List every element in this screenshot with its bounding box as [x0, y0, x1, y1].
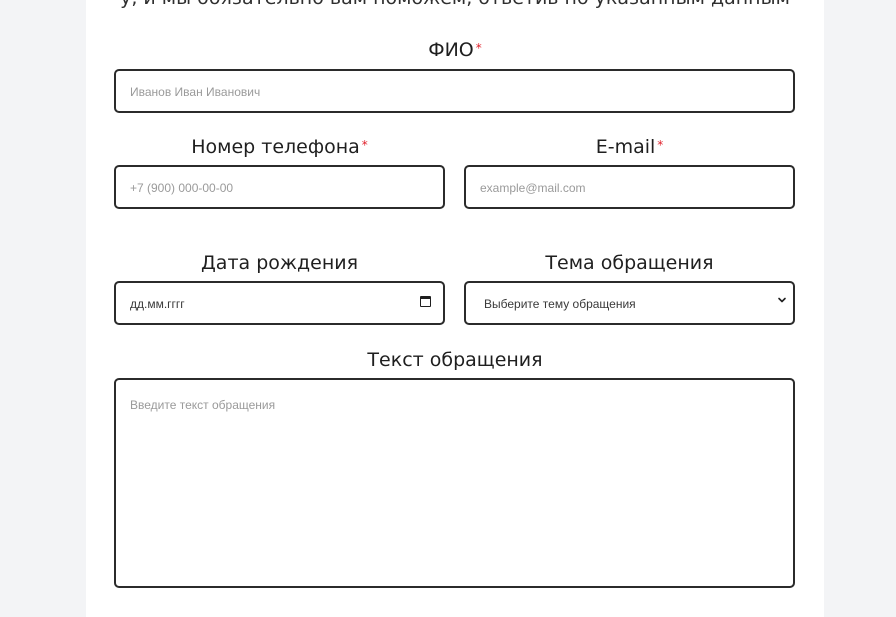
email-label-text: E-mail: [595, 136, 656, 158]
birthdate-input[interactable]: дд.мм.гггг: [114, 281, 445, 325]
message-label: Текст обращения: [367, 349, 543, 371]
phone-placeholder: +7 (900) 000-00-00: [130, 181, 234, 195]
required-mark: *: [475, 41, 482, 55]
fio-label: ФИО *: [86, 38, 824, 62]
fio-placeholder: Иванов Иван Иванович: [130, 85, 261, 99]
phone-label-text: Номер телефона: [191, 136, 360, 158]
required-mark: *: [361, 138, 368, 152]
intro-text: у, и мы обязательно вам поможем, ответив…: [86, 0, 824, 9]
topic-label: Тема обращения: [545, 252, 714, 274]
phone-input[interactable]: +7 (900) 000-00-00: [114, 165, 445, 209]
chevron-down-icon: [778, 297, 786, 303]
fio-input[interactable]: Иванов Иван Иванович: [114, 69, 795, 113]
message-textarea[interactable]: Введите текст обращения: [114, 378, 795, 588]
birthdate-label: Дата рождения: [200, 252, 359, 274]
topic-selected-value: Выберите тему обращения: [484, 297, 636, 311]
email-placeholder: example@mail.com: [480, 181, 586, 195]
message-placeholder: Введите текст обращения: [130, 398, 276, 412]
calendar-icon[interactable]: [420, 296, 431, 307]
form-card: у, и мы обязательно вам поможем, ответив…: [86, 0, 824, 617]
required-mark: *: [657, 138, 664, 152]
topic-select[interactable]: Выберите тему обращения: [464, 281, 795, 325]
email-input[interactable]: example@mail.com: [464, 165, 795, 209]
email-label: E-mail *: [464, 135, 795, 159]
birthdate-value: дд.мм.гггг: [130, 297, 185, 311]
phone-label: Номер телефона *: [114, 135, 445, 159]
fio-label-text: ФИО: [428, 39, 474, 61]
